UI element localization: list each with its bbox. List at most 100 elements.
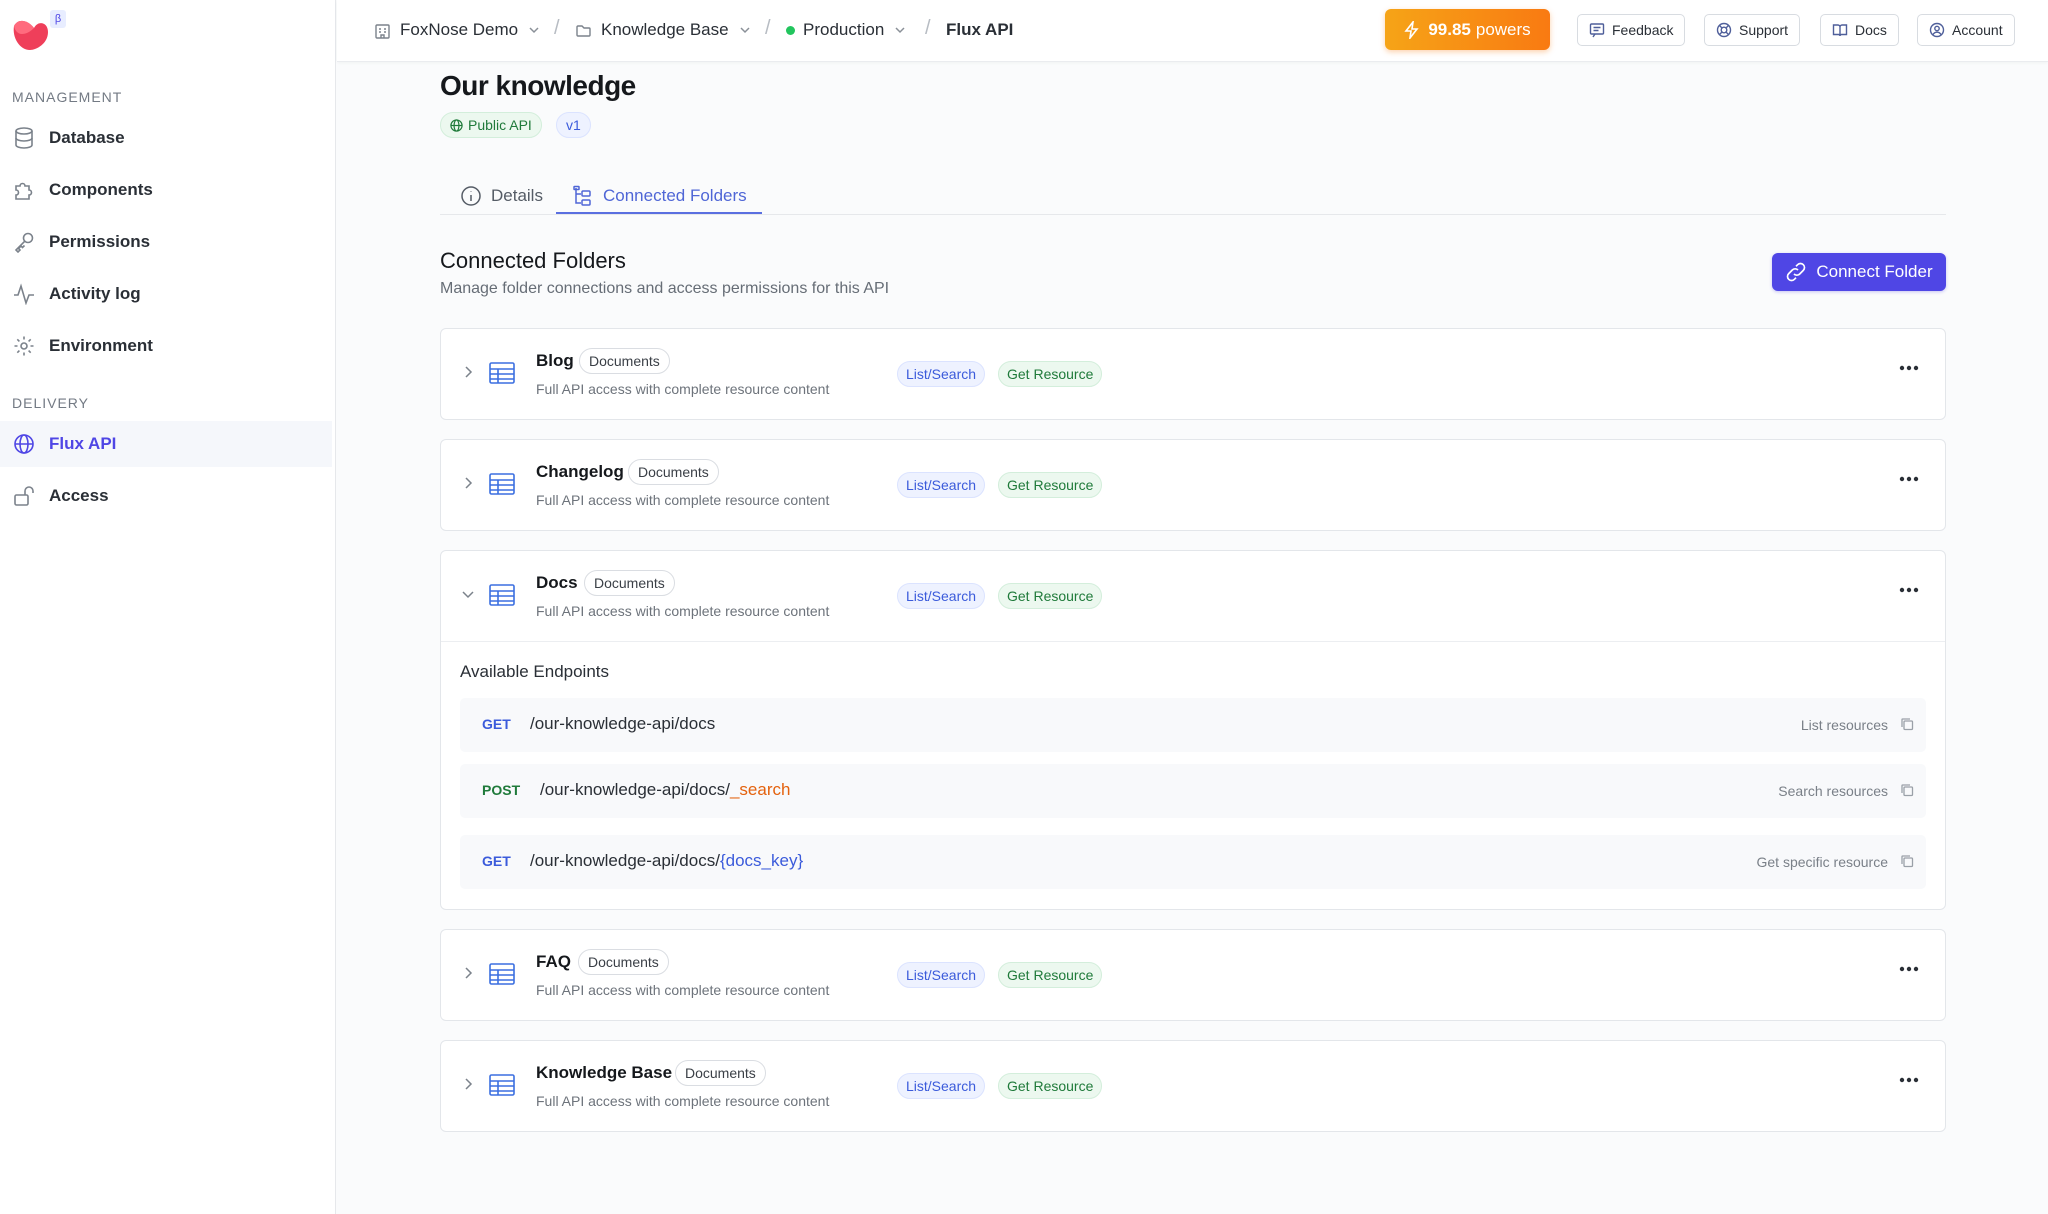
lifebuoy-icon	[1716, 22, 1732, 38]
perm-list-search-badge: List/Search	[897, 962, 986, 988]
table-icon	[489, 473, 515, 495]
folder-name: FAQ	[536, 952, 571, 971]
puzzle-icon	[12, 178, 36, 202]
connect-folder-button[interactable]: Connect Folder	[1772, 253, 1946, 291]
folder-icon	[575, 22, 592, 39]
beta-badge: β	[50, 10, 66, 28]
sidebar-item-flux-api[interactable]: Flux API	[0, 421, 332, 467]
perm-list-search-badge: List/Search	[897, 1073, 986, 1099]
docs-button[interactable]: Docs	[1820, 14, 1899, 46]
chevron-down-icon	[739, 24, 751, 36]
folder-row[interactable]: Knowledge Base Documents Full API access…	[441, 1041, 1945, 1131]
folder-description: Full API access with complete resource c…	[536, 982, 830, 998]
connect-folder-label: Connect Folder	[1816, 262, 1933, 281]
endpoint-row[interactable]: GET /our-knowledge-api/docs List resourc…	[460, 698, 1926, 752]
section-delivery: DELIVERY	[12, 395, 89, 411]
endpoint-description: List resources	[1800, 717, 1888, 733]
endpoint-method: POST	[482, 782, 521, 798]
folder-card-knowledge-base: Knowledge Base Documents Full API access…	[440, 1040, 1946, 1132]
more-options-icon[interactable]	[1899, 1077, 1919, 1083]
tabs-divider	[440, 214, 1946, 215]
breadcrumb-environment[interactable]: Production	[786, 18, 906, 42]
status-dot	[786, 25, 795, 35]
perm-get-resource-badge: Get Resource	[998, 1073, 1103, 1099]
copy-icon[interactable]	[1900, 783, 1914, 797]
breadcrumb-project[interactable]: Knowledge Base	[575, 18, 751, 42]
breadcrumb-separator: /	[554, 17, 560, 39]
endpoint-path-suffix: _search	[729, 780, 791, 799]
building-icon	[374, 22, 391, 39]
copy-icon[interactable]	[1900, 717, 1914, 731]
feedback-button[interactable]: Feedback	[1577, 14, 1686, 46]
book-icon	[1832, 22, 1848, 38]
endpoint-path: /our-knowledge-api/docs	[530, 714, 715, 734]
section-title: Connected Folders	[440, 248, 626, 273]
endpoint-row[interactable]: POST /our-knowledge-api/docs/_search Sea…	[460, 764, 1926, 818]
more-options-icon[interactable]	[1899, 587, 1919, 593]
section-management: MANAGEMENT	[12, 89, 123, 105]
folder-type-badge: Documents	[578, 949, 669, 975]
active-tab-indicator	[556, 212, 762, 214]
docs-label: Docs	[1855, 22, 1887, 38]
folder-type-badge: Documents	[579, 348, 670, 374]
database-icon	[12, 126, 36, 150]
globe-icon	[12, 432, 36, 456]
tab-details[interactable]: Details	[460, 176, 543, 216]
chevron-right-icon[interactable]	[461, 966, 475, 980]
more-options-icon[interactable]	[1899, 476, 1919, 482]
endpoint-path-suffix: {docs_key}	[719, 851, 804, 870]
top-bar: FoxNose Demo / Knowledge Base / Producti…	[337, 0, 2048, 62]
section-subtitle: Manage folder connections and access per…	[440, 280, 890, 297]
lightning-icon	[1404, 20, 1420, 39]
endpoint-row[interactable]: GET /our-knowledge-api/docs/{docs_key} G…	[460, 835, 1926, 889]
folder-description: Full API access with complete resource c…	[536, 381, 830, 397]
endpoint-path-base: /our-knowledge-api/docs/	[530, 851, 720, 870]
chevron-down-icon	[528, 24, 540, 36]
sidebar-item-access[interactable]: Access	[0, 473, 332, 519]
more-options-icon[interactable]	[1899, 365, 1919, 371]
sidebar-item-activity-log[interactable]: Activity log	[0, 271, 332, 317]
sidebar-item-label: Activity log	[49, 284, 141, 303]
sidebar-item-environment[interactable]: Environment	[0, 323, 332, 369]
breadcrumb-separator: /	[765, 17, 771, 39]
endpoint-path: /our-knowledge-api/docs/{docs_key}	[530, 851, 803, 871]
sidebar-item-components[interactable]: Components	[0, 167, 332, 213]
sidebar-item-label: Components	[49, 180, 153, 199]
tab-folders-label: Connected Folders	[603, 186, 747, 205]
more-options-icon[interactable]	[1899, 966, 1919, 972]
folder-row[interactable]: FAQ Documents Full API access with compl…	[441, 930, 1945, 1020]
sidebar-item-database[interactable]: Database	[0, 115, 332, 161]
folder-type-badge: Documents	[584, 570, 675, 596]
tab-details-label: Details	[491, 186, 543, 205]
gear-icon	[12, 334, 36, 358]
powers-value: 99.85	[1428, 19, 1471, 39]
breadcrumb-label: Knowledge Base	[601, 20, 729, 39]
copy-icon[interactable]	[1900, 854, 1914, 868]
user-icon	[1929, 22, 1945, 38]
activity-icon	[12, 282, 36, 306]
folder-row[interactable]: Docs Documents Full API access with comp…	[441, 551, 1945, 641]
chevron-right-icon[interactable]	[461, 1077, 475, 1091]
folder-row[interactable]: Changelog Documents Full API access with…	[441, 440, 1945, 530]
breadcrumb-organization[interactable]: FoxNose Demo	[374, 18, 540, 42]
chevron-down-icon	[894, 24, 906, 36]
chevron-right-icon[interactable]	[461, 365, 475, 379]
powers-balance-button[interactable]: 99.85 powers	[1385, 9, 1550, 50]
chevron-down-icon[interactable]	[461, 587, 475, 601]
endpoint-path-base: /our-knowledge-api/docs	[530, 714, 716, 733]
folder-description: Full API access with complete resource c…	[536, 1093, 830, 1109]
page-title: Our knowledge	[440, 70, 636, 101]
account-button[interactable]: Account	[1917, 14, 2015, 46]
unlock-icon	[12, 484, 36, 508]
chevron-right-icon[interactable]	[461, 476, 475, 490]
support-button[interactable]: Support	[1704, 14, 1801, 46]
breadcrumb-separator: /	[925, 17, 931, 39]
endpoints-title: Available Endpoints	[460, 662, 610, 681]
table-icon	[489, 1074, 515, 1096]
folder-card-docs: Docs Documents Full API access with comp…	[440, 550, 1946, 910]
folder-row[interactable]: Blog Documents Full API access with comp…	[441, 329, 1945, 419]
sidebar-item-permissions[interactable]: Permissions	[0, 219, 332, 265]
folder-name: Blog	[536, 351, 574, 370]
folder-name: Changelog	[536, 462, 624, 481]
tab-connected-folders[interactable]: Connected Folders	[572, 176, 747, 216]
